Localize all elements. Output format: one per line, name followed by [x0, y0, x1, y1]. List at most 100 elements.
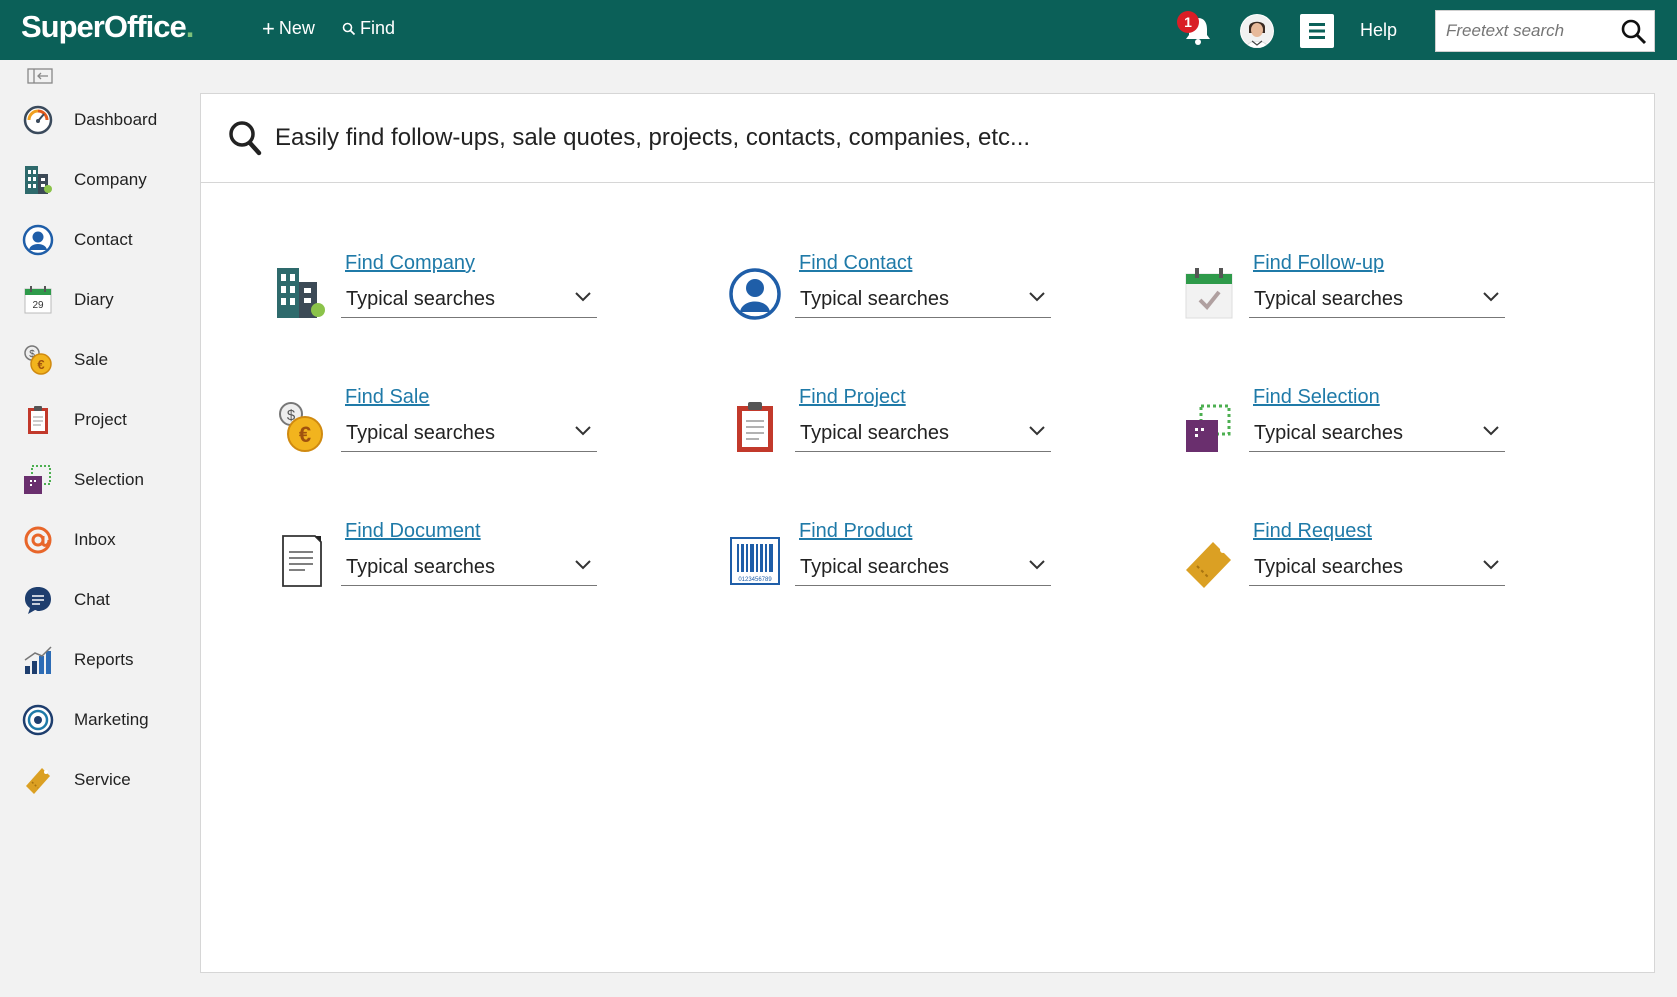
select-value: Typical searches: [346, 288, 495, 310]
sidebar-item-service[interactable]: Service: [0, 755, 195, 805]
sidebar-item-label: Diary: [74, 290, 114, 309]
freetext-search-input[interactable]: [1436, 11, 1616, 51]
sidebar-item-reports[interactable]: Reports: [0, 635, 195, 685]
chevron-down-icon: [575, 560, 591, 570]
company-icon: [25, 166, 52, 194]
find-company-link[interactable]: Find Company: [345, 252, 475, 275]
find-header-text: Easily find follow-ups, sale quotes, pro…: [275, 124, 1031, 151]
new-button[interactable]: + New: [262, 15, 315, 41]
search-icon[interactable]: [1620, 18, 1648, 46]
find-document-link[interactable]: Find Document: [345, 520, 481, 543]
select-value: Typical searches: [346, 422, 495, 444]
follow-up-icon: [1185, 268, 1233, 319]
select-value: Typical searches: [800, 422, 949, 444]
sidebar-item-label: Service: [74, 770, 131, 789]
collapse-sidebar-icon[interactable]: [27, 68, 53, 84]
dashboard-icon: [23, 105, 53, 135]
sidebar-item-label: Dashboard: [74, 110, 158, 129]
sidebar-item-marketing[interactable]: Marketing: [0, 695, 195, 745]
sidebar-item-label: Company: [74, 170, 147, 189]
marketing-icon: [22, 704, 54, 736]
notification-badge: 1: [1177, 11, 1199, 33]
request-ticket-icon: [1186, 542, 1231, 588]
help-link[interactable]: Help: [1360, 20, 1397, 41]
typical-searches-select[interactable]: Typical searches: [341, 280, 597, 318]
select-value: Typical searches: [800, 556, 949, 578]
find-contact-link[interactable]: Find Contact: [799, 252, 912, 275]
sidebar-item-sale[interactable]: $ € Sale: [0, 335, 195, 385]
svg-text:€: €: [37, 357, 44, 372]
find-sale-link[interactable]: Find Sale: [345, 386, 430, 409]
chevron-down-icon: [575, 292, 591, 302]
select-value: Typical searches: [800, 288, 949, 310]
project-icon: [28, 406, 48, 434]
contact-icon: [22, 224, 54, 256]
find-card-document: Find Document Typical searches: [275, 520, 605, 600]
product-barcode-icon: 0123456789: [730, 537, 780, 585]
typical-searches-select[interactable]: Typical searches: [795, 414, 1051, 452]
new-label: New: [278, 18, 315, 38]
superoffice-logo[interactable]: SuperOffice.: [21, 9, 194, 45]
typical-searches-select[interactable]: Typical searches: [1249, 414, 1505, 452]
find-label: Find: [360, 18, 396, 38]
svg-text:€: €: [299, 422, 311, 447]
typical-searches-select[interactable]: Typical searches: [1249, 280, 1505, 318]
typical-searches-select[interactable]: Typical searches: [1249, 548, 1505, 586]
find-follow-up-link[interactable]: Find Follow-up: [1253, 252, 1384, 275]
find-card-contact: Find Contact Typical searches: [729, 252, 1059, 332]
svg-text:0123456789: 0123456789: [738, 577, 772, 583]
project-icon: [737, 402, 773, 452]
sale-icon: $ €: [24, 345, 52, 375]
sidebar-item-company[interactable]: Company: [0, 155, 195, 205]
sidebar-item-project[interactable]: Project: [0, 395, 195, 445]
sale-icon: $ €: [279, 402, 323, 452]
find-card-product: 0123456789 Find Product Typical searches: [729, 520, 1059, 600]
sidebar-item-contact[interactable]: Contact: [0, 215, 195, 265]
find-card-selection: Find Selection Typical searches: [1183, 386, 1513, 466]
chevron-down-icon: [1483, 560, 1499, 570]
sidebar-item-label: Chat: [74, 590, 110, 609]
sidebar-item-selection[interactable]: Selection: [0, 455, 195, 505]
find-product-link[interactable]: Find Product: [799, 520, 912, 543]
plus-icon: +: [262, 15, 275, 41]
typical-searches-select[interactable]: Typical searches: [341, 548, 597, 586]
sidebar-item-dashboard[interactable]: Dashboard: [0, 95, 195, 145]
sidebar-item-label: Project: [74, 410, 127, 429]
sidebar-item-label: Reports: [74, 650, 134, 669]
chevron-down-icon: [1029, 560, 1045, 570]
find-card-project: Find Project Typical searches: [729, 386, 1059, 466]
chevron-down-icon: [1029, 426, 1045, 436]
main-menu-button[interactable]: [1300, 14, 1334, 48]
chevron-down-icon: [1483, 292, 1499, 302]
sidebar-item-label: Sale: [74, 350, 109, 369]
select-value: Typical searches: [1254, 288, 1403, 310]
typical-searches-select[interactable]: Typical searches: [341, 414, 597, 452]
menu-list-icon: [1309, 23, 1325, 39]
sidebar-item-inbox[interactable]: Inbox: [0, 515, 195, 565]
user-avatar[interactable]: [1240, 14, 1274, 48]
select-value: Typical searches: [1254, 556, 1403, 578]
sidebar-item-label: Inbox: [74, 530, 116, 549]
find-button[interactable]: Find: [342, 18, 395, 39]
typical-searches-select[interactable]: Typical searches: [795, 548, 1051, 586]
diary-icon: 29: [24, 286, 52, 314]
find-selection-link[interactable]: Find Selection: [1253, 386, 1380, 409]
reports-icon: [24, 646, 52, 674]
chevron-down-icon: [575, 426, 591, 436]
sidebar-item-diary[interactable]: 29 Diary: [0, 275, 195, 325]
document-icon: [282, 535, 322, 587]
find-project-link[interactable]: Find Project: [799, 386, 906, 409]
find-request-link[interactable]: Find Request: [1253, 520, 1372, 543]
company-icon: [277, 268, 325, 318]
sidebar-item-label: Contact: [74, 230, 133, 249]
avatar-person-icon: [1241, 15, 1273, 48]
typical-searches-select[interactable]: Typical searches: [795, 280, 1051, 318]
svg-text:29: 29: [32, 300, 44, 311]
search-icon: [229, 121, 262, 156]
select-value: Typical searches: [1254, 422, 1403, 444]
chevron-down-icon: [1483, 426, 1499, 436]
sidebar-item-chat[interactable]: Chat: [0, 575, 195, 625]
inbox-icon: [24, 526, 52, 554]
chat-icon: [25, 587, 51, 614]
contact-icon: [729, 268, 781, 320]
